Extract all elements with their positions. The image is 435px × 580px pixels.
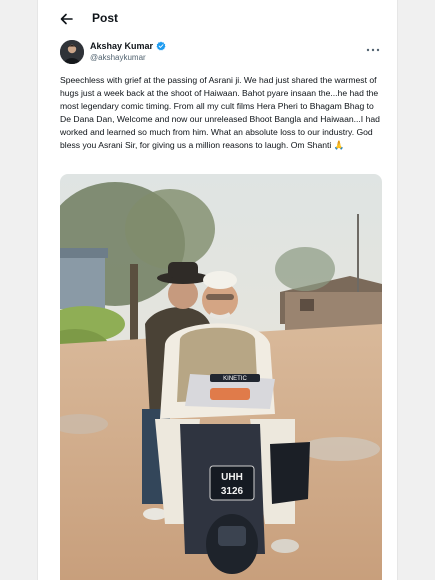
arrow-left-icon (60, 13, 73, 25)
back-button[interactable] (58, 10, 76, 28)
verified-badge-icon (156, 41, 166, 51)
avatar[interactable] (60, 40, 84, 64)
photo-illustration: KINETIC UHH 3126 (60, 174, 382, 580)
more-options-button[interactable] (366, 42, 380, 56)
tweet-text: Speechless with grief at the passing of … (60, 75, 380, 151)
top-bar: Post (38, 0, 397, 38)
author-handle[interactable]: @akshaykumar (90, 53, 166, 62)
plate-top: UHH (221, 472, 243, 483)
author-info: Akshay Kumar @akshaykumar (90, 41, 166, 62)
tweet-media-photo[interactable]: KINETIC UHH 3126 (60, 174, 382, 580)
scooter-brand: KINETIC (223, 376, 247, 382)
plate-bottom: 3126 (221, 486, 244, 497)
author-row: Akshay Kumar @akshaykumar (60, 40, 380, 68)
page-title: Post (92, 11, 119, 25)
more-horizontal-icon (366, 48, 380, 52)
post-panel: Post Akshay Kumar @akshaykumar Speechles… (38, 0, 397, 580)
author-name[interactable]: Akshay Kumar (90, 41, 153, 51)
